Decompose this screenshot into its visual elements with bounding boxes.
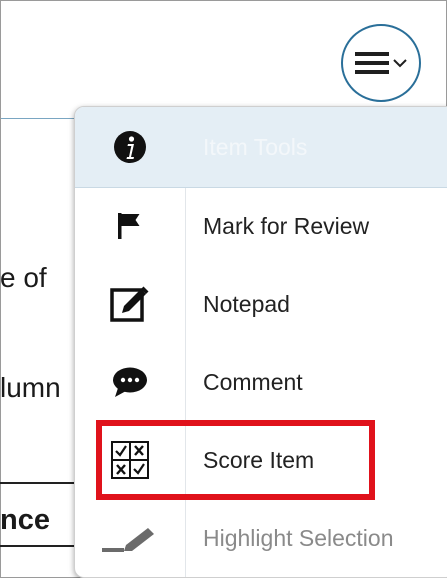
menu-item-comment[interactable]: Comment [75, 343, 447, 421]
notepad-icon [75, 265, 185, 343]
menu-item-notepad[interactable]: Notepad [75, 265, 447, 343]
background-text-line: lumn [0, 372, 61, 403]
menu-item-label: Highlight Selection [203, 524, 394, 551]
menu-header-label: Item Tools [203, 133, 308, 160]
menu-header-item-tools: Item Tools [75, 107, 447, 188]
background-text-line: e of [0, 262, 47, 293]
menu-item-label: Comment [203, 368, 303, 395]
highlighter-icon [75, 499, 185, 577]
score-item-highlight-annotation [96, 420, 375, 500]
menu-item-highlight-selection[interactable]: Highlight Selection [75, 499, 447, 577]
menu-item-label: Mark for Review [203, 212, 370, 239]
flag-icon [75, 187, 185, 265]
info-icon [75, 108, 185, 186]
comment-icon [75, 343, 185, 421]
hamburger-icon [355, 52, 389, 74]
menu-item-mark-for-review[interactable]: Mark for Review [75, 187, 447, 265]
menu-item-label: Notepad [203, 290, 290, 317]
tools-menu-button[interactable] [341, 24, 421, 102]
chevron-down-icon [393, 58, 407, 68]
tools-dropdown-menu: Item Tools Mark for Review Notepad Comme… [74, 106, 447, 578]
background-table-header: nce [0, 504, 50, 536]
